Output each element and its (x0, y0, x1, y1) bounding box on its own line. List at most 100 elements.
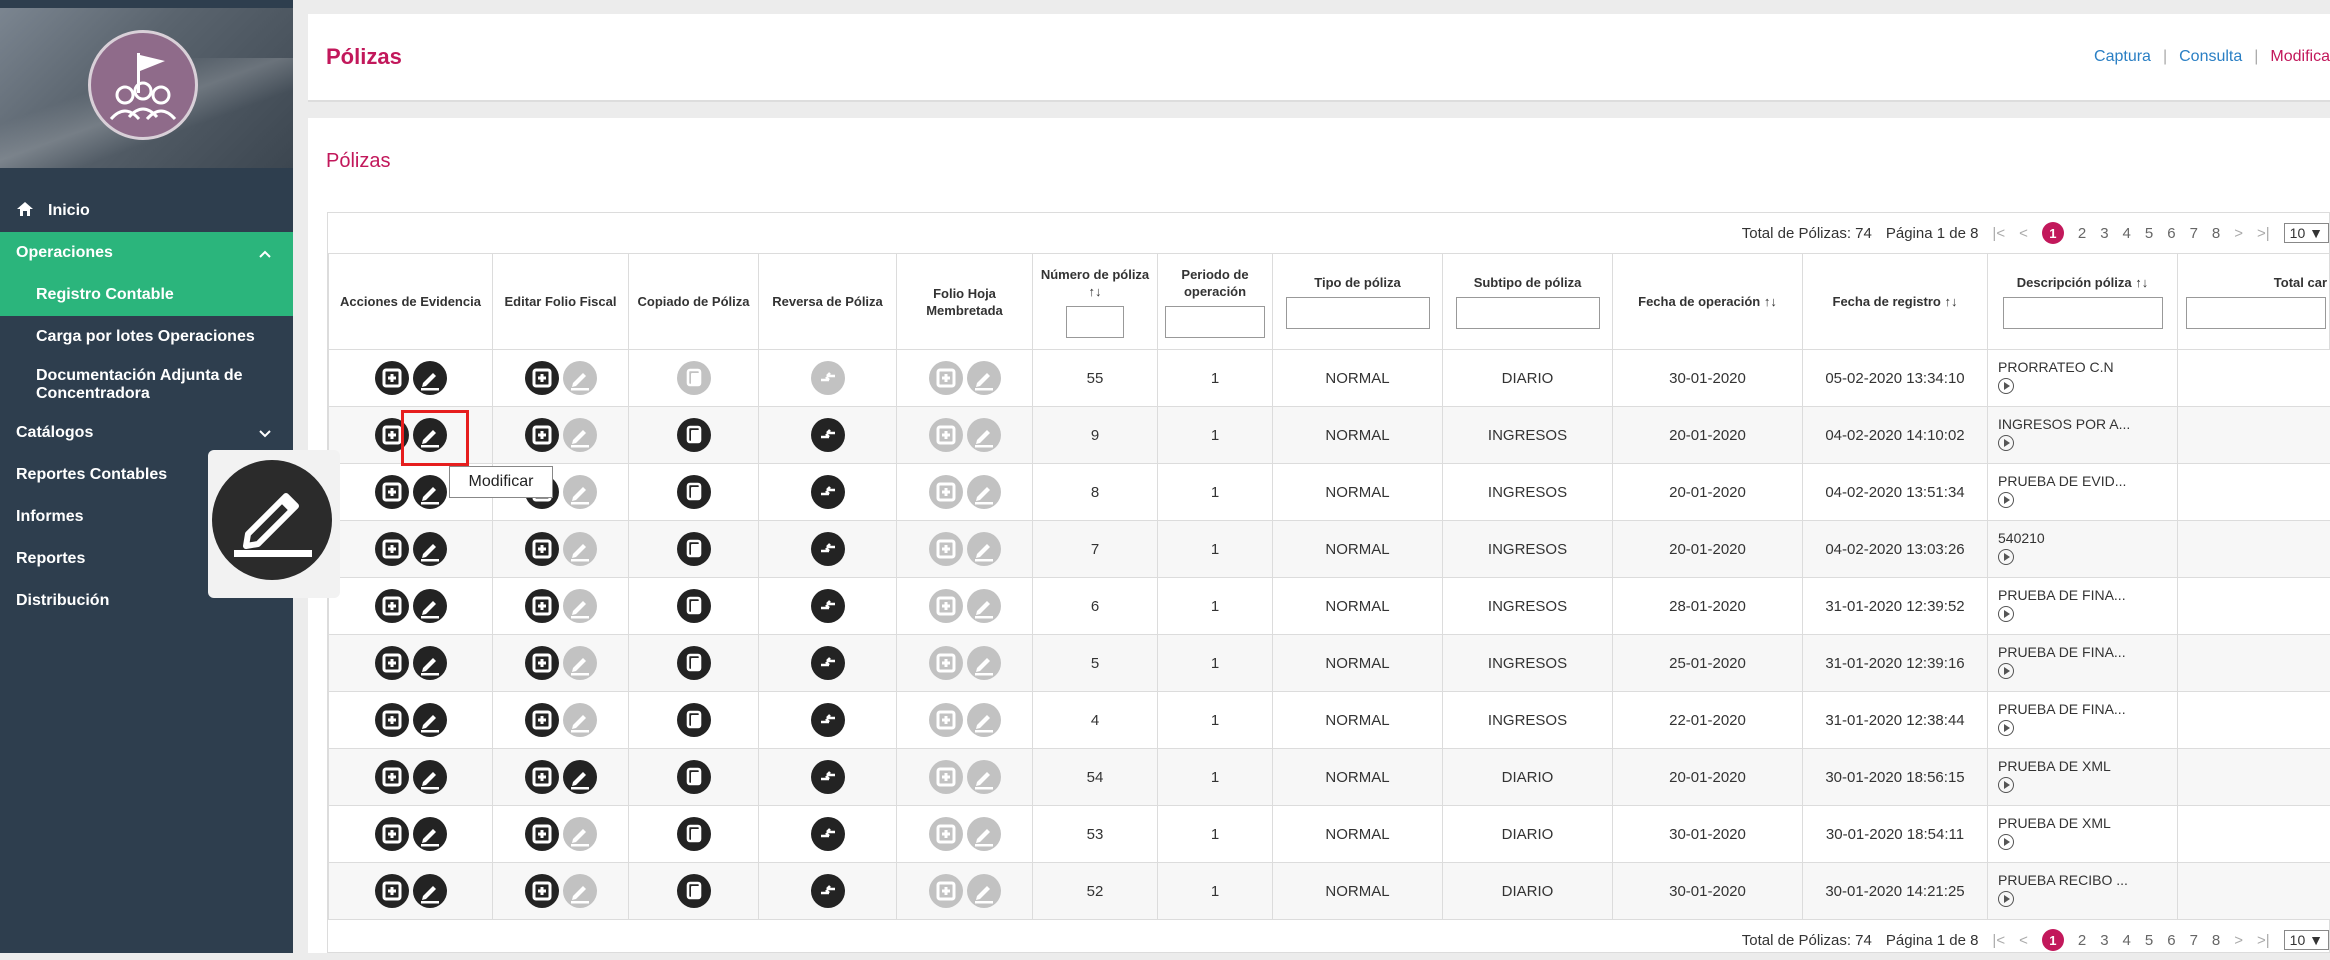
edit-evidence-icon[interactable] (413, 817, 447, 851)
reverse-poliza-icon[interactable] (811, 760, 845, 794)
first-page-button[interactable]: |< (1992, 225, 2005, 242)
copy-poliza-icon[interactable] (677, 589, 711, 623)
col-descripcion[interactable]: Descripción póliza ↑↓ (1988, 254, 2178, 350)
edit-evidence-icon[interactable] (413, 646, 447, 680)
page-button-5[interactable]: 5 (2145, 225, 2153, 242)
sort-icon[interactable]: ↑↓ (1945, 294, 1958, 309)
page-button-3[interactable]: 3 (2100, 932, 2108, 949)
edit-evidence-icon[interactable] (413, 760, 447, 794)
play-icon[interactable] (1998, 549, 2014, 565)
add-evidence-icon[interactable] (375, 874, 409, 908)
sidebar-item-catalogos[interactable]: Catálogos (0, 412, 293, 454)
page-button-7[interactable]: 7 (2190, 225, 2198, 242)
prev-page-button[interactable]: < (2019, 932, 2028, 949)
play-icon[interactable] (1998, 891, 2014, 907)
add-evidence-icon[interactable] (375, 589, 409, 623)
add-evidence-icon[interactable] (375, 646, 409, 680)
add-folio-icon[interactable] (525, 646, 559, 680)
copy-poliza-icon[interactable] (677, 418, 711, 452)
edit-evidence-icon[interactable] (413, 361, 447, 395)
page-button-6[interactable]: 6 (2167, 932, 2175, 949)
page-button-1[interactable]: 1 (2042, 222, 2064, 244)
edit-folio-icon[interactable] (563, 760, 597, 794)
copy-poliza-icon[interactable] (677, 646, 711, 680)
add-evidence-icon[interactable] (375, 760, 409, 794)
add-folio-icon[interactable] (525, 874, 559, 908)
edit-evidence-icon[interactable] (413, 874, 447, 908)
last-page-button[interactable]: >| (2257, 225, 2270, 242)
filter-descripcion-input[interactable] (2003, 297, 2163, 329)
sidebar-item-operaciones[interactable]: Operaciones (0, 232, 293, 274)
filter-periodo-input[interactable] (1165, 306, 1265, 338)
sort-icon[interactable]: ↑↓ (2135, 275, 2148, 290)
page-button-3[interactable]: 3 (2100, 225, 2108, 242)
page-button-8[interactable]: 8 (2212, 225, 2220, 242)
breadcrumb-consulta[interactable]: Consulta (2179, 48, 2242, 66)
sidebar-subitem-carga-lotes[interactable]: Carga por lotes Operaciones (0, 316, 293, 358)
reverse-poliza-icon[interactable] (811, 703, 845, 737)
filter-tipo-input[interactable] (1286, 297, 1430, 329)
edit-evidence-icon[interactable] (413, 703, 447, 737)
add-folio-icon[interactable] (525, 703, 559, 737)
add-evidence-icon[interactable] (375, 817, 409, 851)
edit-evidence-icon[interactable] (413, 475, 447, 509)
add-folio-icon[interactable] (525, 418, 559, 452)
page-button-7[interactable]: 7 (2190, 932, 2198, 949)
page-size-select[interactable]: 10 ▼ (2284, 223, 2329, 243)
filter-subtipo-input[interactable] (1456, 297, 1600, 329)
col-fecha-registro[interactable]: Fecha de registro ↑↓ (1803, 254, 1988, 350)
page-button-2[interactable]: 2 (2078, 225, 2086, 242)
reverse-poliza-icon[interactable] (811, 475, 845, 509)
page-button-5[interactable]: 5 (2145, 932, 2153, 949)
copy-poliza-icon[interactable] (677, 475, 711, 509)
add-folio-icon[interactable] (525, 589, 559, 623)
play-icon[interactable] (1998, 834, 2014, 850)
add-folio-icon[interactable] (525, 760, 559, 794)
edit-evidence-icon[interactable] (413, 589, 447, 623)
page-button-6[interactable]: 6 (2167, 225, 2175, 242)
page-button-4[interactable]: 4 (2123, 225, 2131, 242)
last-page-button[interactable]: >| (2257, 932, 2270, 949)
breadcrumb-captura[interactable]: Captura (2094, 48, 2151, 66)
page-button-1[interactable]: 1 (2042, 929, 2064, 951)
edit-evidence-icon[interactable] (413, 532, 447, 566)
col-fecha-operacion[interactable]: Fecha de operación ↑↓ (1613, 254, 1803, 350)
copy-poliza-icon[interactable] (677, 874, 711, 908)
add-evidence-icon[interactable] (375, 703, 409, 737)
reverse-poliza-icon[interactable] (811, 646, 845, 680)
reverse-poliza-icon[interactable] (811, 532, 845, 566)
prev-page-button[interactable]: < (2019, 225, 2028, 242)
sidebar-item-inicio[interactable]: Inicio (0, 190, 293, 232)
sidebar-subitem-documentacion[interactable]: Documentación Adjunta de Concentradora (0, 358, 293, 412)
add-evidence-icon[interactable] (375, 532, 409, 566)
reverse-poliza-icon[interactable] (811, 589, 845, 623)
play-icon[interactable] (1998, 492, 2014, 508)
copy-poliza-icon[interactable] (677, 817, 711, 851)
play-icon[interactable] (1998, 606, 2014, 622)
play-icon[interactable] (1998, 435, 2014, 451)
page-button-2[interactable]: 2 (2078, 932, 2086, 949)
reverse-poliza-icon[interactable] (811, 874, 845, 908)
add-folio-icon[interactable] (525, 532, 559, 566)
page-button-4[interactable]: 4 (2123, 932, 2131, 949)
add-folio-icon[interactable] (525, 817, 559, 851)
first-page-button[interactable]: |< (1992, 932, 2005, 949)
next-page-button[interactable]: > (2234, 932, 2243, 949)
page-size-select[interactable]: 10 ▼ (2284, 930, 2329, 950)
filter-total-input[interactable] (2186, 297, 2326, 329)
sort-icon[interactable]: ↑↓ (1764, 294, 1777, 309)
copy-poliza-icon[interactable] (677, 703, 711, 737)
play-icon[interactable] (1998, 663, 2014, 679)
col-numero[interactable]: Número de póliza ↑↓ (1033, 254, 1158, 350)
copy-poliza-icon[interactable] (677, 532, 711, 566)
page-button-8[interactable]: 8 (2212, 932, 2220, 949)
reverse-poliza-icon[interactable] (811, 418, 845, 452)
play-icon[interactable] (1998, 777, 2014, 793)
breadcrumb-modifica[interactable]: Modifica (2270, 48, 2330, 66)
add-evidence-icon[interactable] (375, 361, 409, 395)
next-page-button[interactable]: > (2234, 225, 2243, 242)
add-evidence-icon[interactable] (375, 475, 409, 509)
play-icon[interactable] (1998, 378, 2014, 394)
filter-numero-input[interactable] (1066, 306, 1124, 338)
play-icon[interactable] (1998, 720, 2014, 736)
